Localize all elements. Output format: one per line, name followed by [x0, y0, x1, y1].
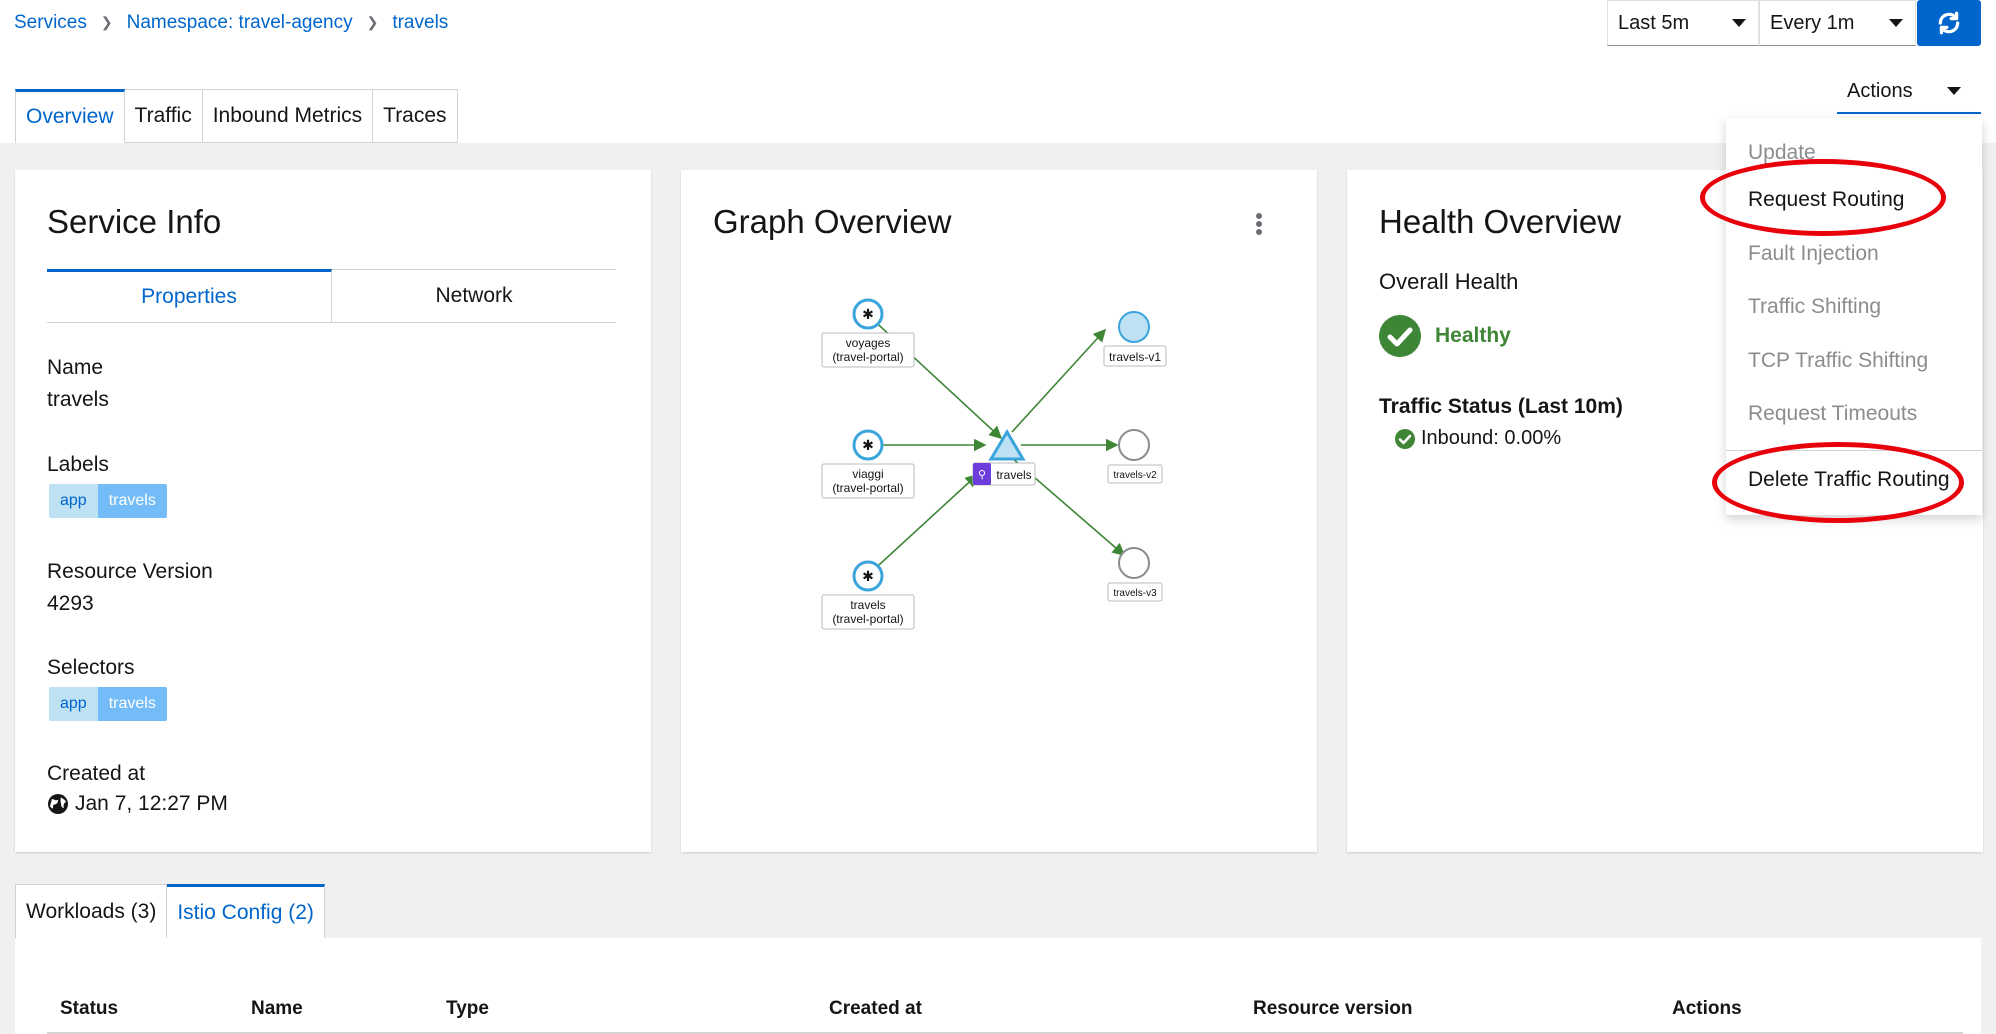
selector-chip-value: travels	[97, 687, 167, 721]
sync-icon	[1938, 11, 1960, 35]
duration-value: Last 5m	[1618, 11, 1690, 34]
graph-node-travels-v3[interactable]: travels-v3	[1107, 547, 1163, 602]
created-at-label: Created at	[47, 762, 146, 785]
inbound-value: Inbound: 0.00%	[1421, 427, 1562, 449]
svg-text:✱: ✱	[862, 307, 874, 323]
column-header-type[interactable]: Type	[446, 998, 489, 1020]
graph-node-travels-v2[interactable]: travels-v2	[1107, 429, 1163, 484]
menu-item-tcp-traffic-shifting[interactable]: TCP Traffic Shifting	[1726, 349, 1982, 373]
service-info-card: Service Info Properties Network Name tra…	[15, 170, 651, 852]
tab-inbound-metrics[interactable]: Inbound Metrics	[202, 89, 374, 143]
svg-text:travels: travels	[850, 598, 885, 612]
label-chip: app travels	[49, 484, 167, 518]
svg-text:voyages: voyages	[846, 336, 891, 350]
menu-divider	[1726, 450, 1982, 451]
tab-traffic[interactable]: Traffic	[124, 89, 203, 143]
caret-down-icon	[1947, 87, 1961, 95]
svg-text:travels-v2: travels-v2	[1113, 470, 1157, 481]
menu-item-update[interactable]: Update	[1726, 141, 1982, 165]
main-tabs: Overview Traffic Inbound Metrics Traces	[15, 89, 458, 143]
svg-text:viaggi: viaggi	[852, 467, 883, 481]
check-circle-icon	[1395, 428, 1415, 449]
svg-text:✱: ✱	[862, 569, 874, 585]
top-bar: Services ❯ Namespace: travel-agency ❯ tr…	[0, 0, 1996, 143]
name-value: travels	[47, 388, 109, 411]
refresh-button[interactable]	[1917, 0, 1981, 46]
menu-item-request-routing[interactable]: Request Routing	[1726, 188, 1982, 212]
actions-menu: Update Request Routing Fault Injection T…	[1726, 118, 1982, 515]
column-header-name[interactable]: Name	[251, 998, 303, 1020]
svg-text:travels-v1: travels-v1	[1109, 350, 1161, 364]
label-chip-key: app	[49, 484, 98, 518]
inbound-status: Inbound: 0.00%	[1395, 427, 1561, 450]
health-status: Healthy	[1379, 315, 1511, 357]
menu-item-delete-traffic-routing[interactable]: Delete Traffic Routing	[1726, 468, 1982, 492]
resource-version-label: Resource Version	[47, 560, 213, 583]
tab-istio-config[interactable]: Istio Config (2)	[167, 884, 325, 938]
graph-edge	[1011, 328, 1107, 433]
refresh-interval-value: Every 1m	[1770, 11, 1855, 34]
selectors-label: Selectors	[47, 656, 135, 679]
column-header-resource-version[interactable]: Resource version	[1253, 998, 1412, 1020]
actions-dropdown[interactable]: Actions	[1837, 70, 1981, 114]
globe-icon	[48, 794, 68, 814]
chevron-right-icon: ❯	[366, 13, 379, 30]
tab-overview[interactable]: Overview	[15, 89, 125, 143]
resource-version-value: 4293	[47, 592, 94, 615]
chevron-right-icon: ❯	[100, 13, 113, 30]
tab-traces[interactable]: Traces	[373, 89, 458, 143]
labels-label: Labels	[47, 453, 109, 476]
breadcrumb: Services ❯ Namespace: travel-agency ❯ tr…	[14, 12, 448, 34]
breadcrumb-namespace[interactable]: Namespace: travel-agency	[127, 12, 353, 34]
column-header-created-at[interactable]: Created at	[829, 998, 922, 1020]
breadcrumb-service[interactable]: travels	[392, 12, 448, 34]
graph-node-travels-portal[interactable]: ✱ travels (travel-portal)	[821, 560, 915, 630]
graph-node-travels-service[interactable]: ⚲ travels	[972, 429, 1036, 486]
duration-select[interactable]: Last 5m	[1607, 0, 1759, 46]
graph-node-travels-v1[interactable]: travels-v1	[1103, 311, 1167, 367]
label-chip-value: travels	[97, 484, 167, 518]
overall-health-label: Overall Health	[1379, 269, 1519, 294]
service-info-subtabs: Properties Network	[47, 269, 616, 323]
selector-chip-key: app	[49, 687, 98, 721]
subtab-network[interactable]: Network	[332, 269, 616, 323]
svg-text:✱: ✱	[862, 438, 874, 454]
column-header-status[interactable]: Status	[60, 998, 118, 1020]
menu-item-traffic-shifting[interactable]: Traffic Shifting	[1726, 295, 1982, 319]
svg-text:(travel-portal): (travel-portal)	[832, 481, 903, 495]
actions-label: Actions	[1847, 79, 1913, 102]
selector-chip: app travels	[49, 687, 167, 721]
graph-node-voyages[interactable]: ✱ voyages (travel-portal)	[821, 298, 915, 368]
health-overview-title: Health Overview	[1379, 203, 1622, 240]
tab-workloads[interactable]: Workloads (3)	[15, 884, 168, 938]
svg-text:(travel-portal): (travel-portal)	[832, 612, 903, 626]
traffic-status-label: Traffic Status (Last 10m)	[1379, 395, 1623, 418]
name-label: Name	[47, 356, 104, 379]
created-at-row: Jan 7, 12:27 PM	[47, 792, 228, 816]
svg-text:travels: travels	[996, 468, 1031, 482]
menu-item-request-timeouts[interactable]: Request Timeouts	[1726, 402, 1982, 426]
menu-item-fault-injection[interactable]: Fault Injection	[1726, 242, 1982, 266]
istio-config-table: Status Name Type Created at Resource ver…	[15, 938, 1981, 1034]
service-graph: ✱ voyages (travel-portal) ✱ viaggi (trav…	[821, 298, 1167, 630]
service-info-title: Service Info	[47, 203, 222, 240]
check-circle-icon	[1379, 315, 1421, 357]
refresh-interval-select[interactable]: Every 1m	[1759, 0, 1916, 46]
created-at-value: Jan 7, 12:27 PM	[75, 792, 228, 815]
graph-overview-card: Graph Overview ✱ voyages (travel-portal)…	[681, 170, 1317, 852]
caret-down-icon	[1889, 19, 1903, 27]
svg-text:(travel-portal): (travel-portal)	[832, 350, 903, 364]
bottom-tabs: Workloads (3) Istio Config (2)	[15, 884, 325, 938]
health-status-text: Healthy	[1435, 324, 1511, 347]
graph-node-viaggi[interactable]: ✱ viaggi (travel-portal)	[821, 429, 915, 499]
svg-text:travels-v3: travels-v3	[1113, 588, 1157, 599]
caret-down-icon	[1732, 19, 1746, 27]
svg-text:⚲: ⚲	[978, 469, 986, 481]
column-header-actions: Actions	[1672, 998, 1742, 1019]
subtab-properties[interactable]: Properties	[47, 269, 332, 323]
breadcrumb-services[interactable]: Services	[14, 12, 87, 34]
